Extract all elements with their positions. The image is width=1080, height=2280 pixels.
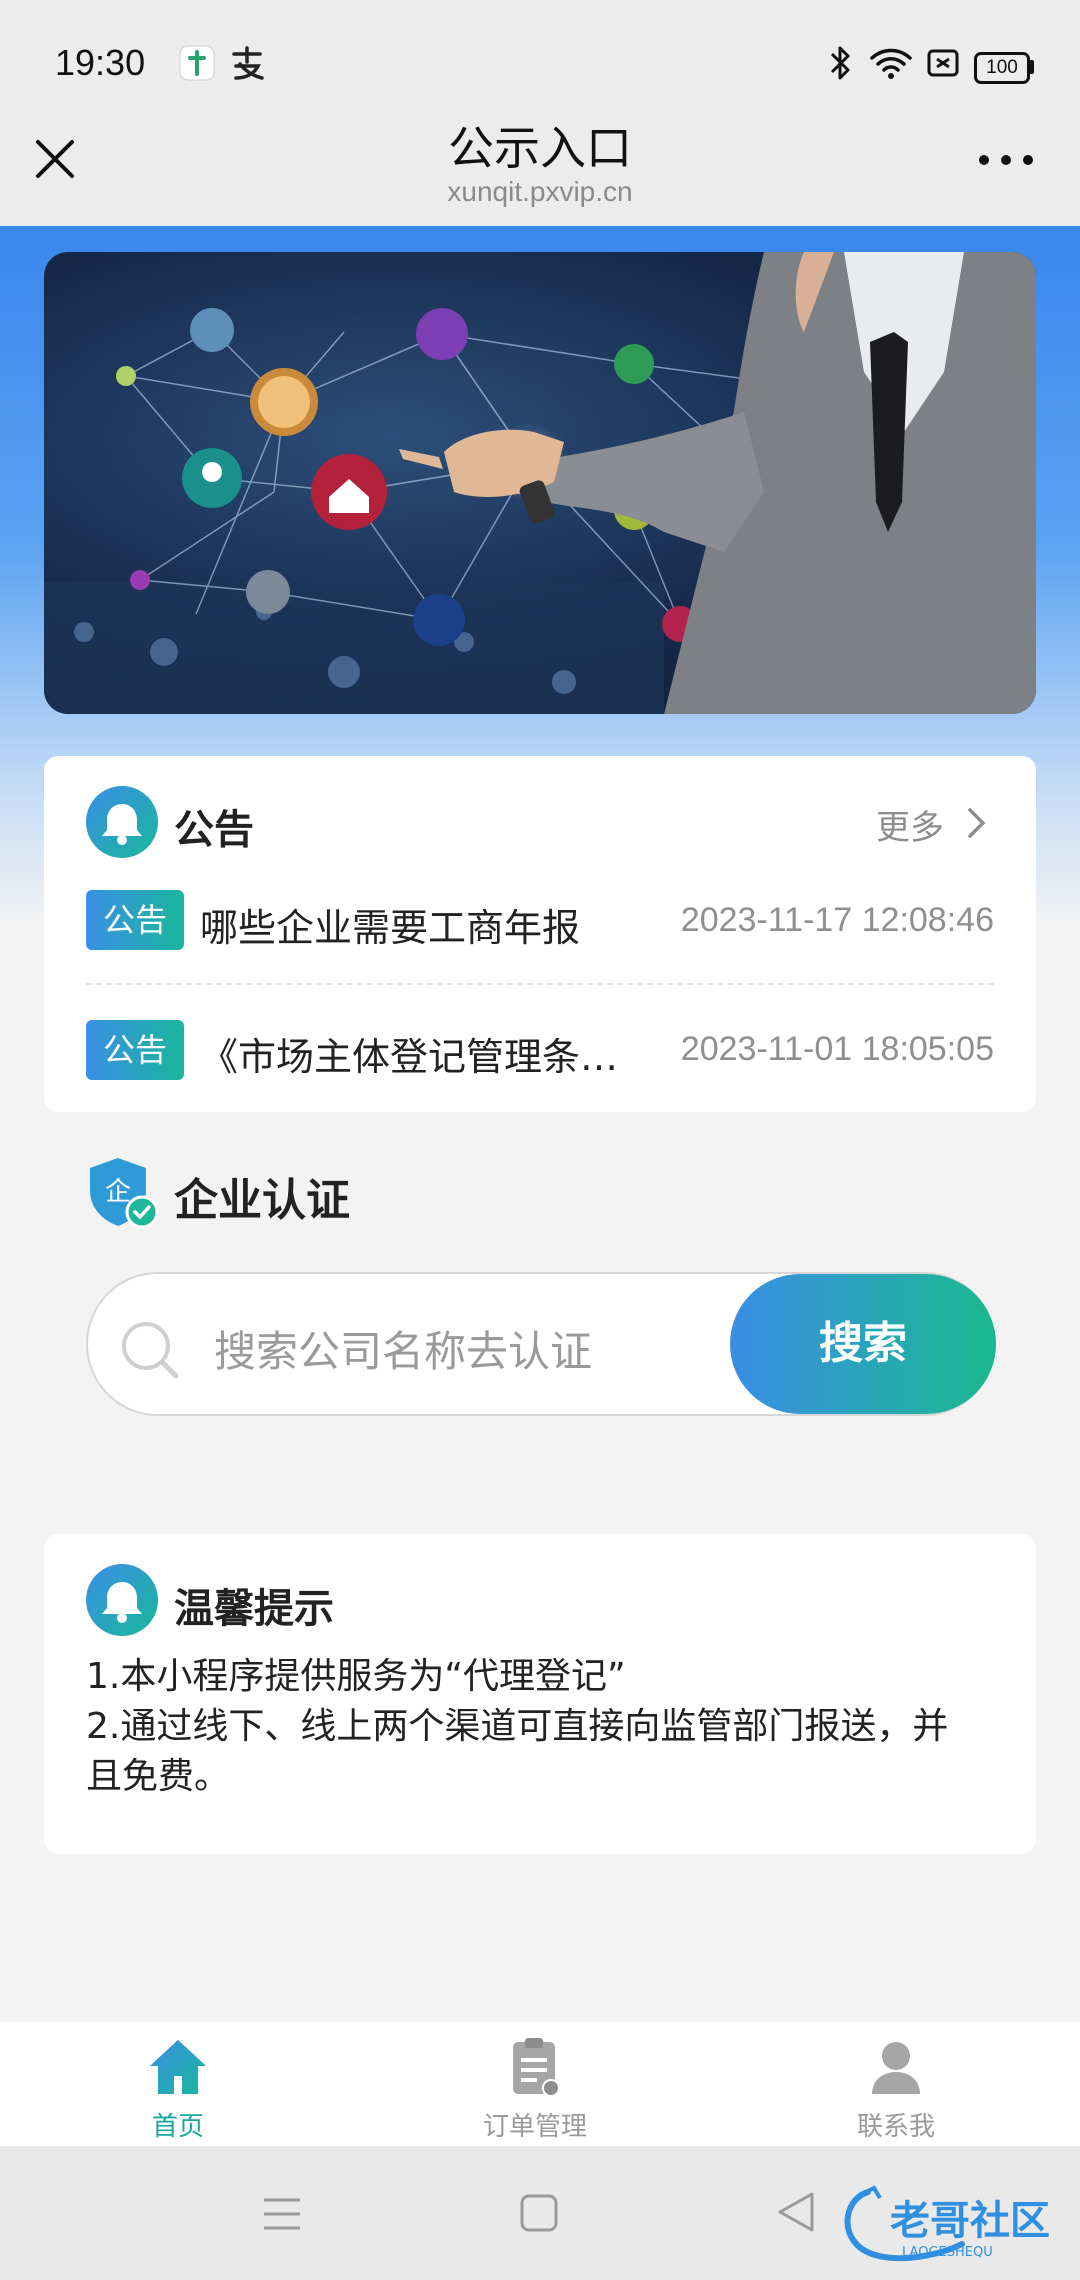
bluetooth-icon	[826, 44, 856, 86]
notice-item-title[interactable]: 哪些企业需要工商年报	[200, 897, 640, 952]
watermark-sub: LAOGESHEQU	[902, 2245, 993, 2260]
watermark-text: 老哥社区	[890, 2198, 1050, 2244]
tips-bell-icon	[86, 1564, 158, 1636]
user-icon	[796, 2036, 996, 2102]
app-notification-icon	[178, 44, 216, 86]
tab-home-label: 首页	[151, 2112, 204, 2142]
tab-contact[interactable]: 联系我	[796, 2036, 996, 2143]
clipboard-icon	[435, 2036, 635, 2102]
wifi-icon	[868, 44, 914, 86]
notice-divider	[86, 983, 994, 985]
page-url: xunqit.pxvip.cn	[447, 176, 633, 207]
tab-home[interactable]: 首页	[78, 2036, 278, 2143]
battery-level: 100	[986, 57, 1018, 78]
alipay-icon	[228, 44, 266, 86]
sim-icon	[926, 44, 960, 86]
banner-image[interactable]	[44, 252, 1036, 714]
tip-line-2: 2.通过线下、线上两个渠道可直接向监管部门报送，并	[86, 1706, 949, 1747]
back-icon[interactable]	[776, 2190, 816, 2238]
tab-orders-label: 订单管理	[482, 2112, 587, 2142]
tip-line-1: 1.本小程序提供服务为“代理登记”	[86, 1656, 626, 1697]
enterprise-title: 企业认证	[174, 1175, 350, 1226]
home-icon	[78, 2036, 278, 2102]
tips-title: 温馨提示	[174, 1586, 334, 1632]
notice-title: 公告	[174, 807, 254, 853]
notice-item-time: 2023-11-01 18:05:05	[680, 1030, 994, 1068]
notice-item-time: 2023-11-17 12:08:46	[680, 901, 994, 939]
notice-item-title[interactable]: 《市场主体登记管理条…	[200, 1026, 640, 1081]
home-square-icon[interactable]	[520, 2194, 558, 2236]
notice-tag: 公告	[86, 1020, 184, 1080]
watermark-logo: 老哥社区 LAOGESHEQU	[838, 2182, 1064, 2266]
search-icon	[118, 1318, 182, 1386]
menu-icon[interactable]	[262, 2196, 302, 2236]
search-button[interactable]: 搜索	[730, 1274, 996, 1414]
notice-bell-icon	[86, 786, 158, 858]
search-placeholder: 搜索公司名称去认证	[214, 1327, 593, 1376]
notice-more-link[interactable]: 更多	[876, 800, 944, 849]
battery-icon: 100	[974, 52, 1030, 84]
tab-orders[interactable]: 订单管理	[435, 2036, 635, 2143]
more-icon[interactable]	[978, 150, 1034, 170]
battery-tip	[1029, 60, 1034, 74]
tip-line-3: 且免费。	[86, 1756, 231, 1797]
page-title: 公示入口	[448, 121, 632, 175]
status-time: 19:30	[55, 42, 146, 83]
chevron-right-icon[interactable]	[966, 806, 988, 844]
enterprise-shield-icon: 企	[84, 1154, 160, 1234]
notice-tag: 公告	[86, 890, 184, 950]
shield-char: 企	[105, 1177, 131, 1207]
tab-contact-label: 联系我	[856, 2112, 935, 2142]
